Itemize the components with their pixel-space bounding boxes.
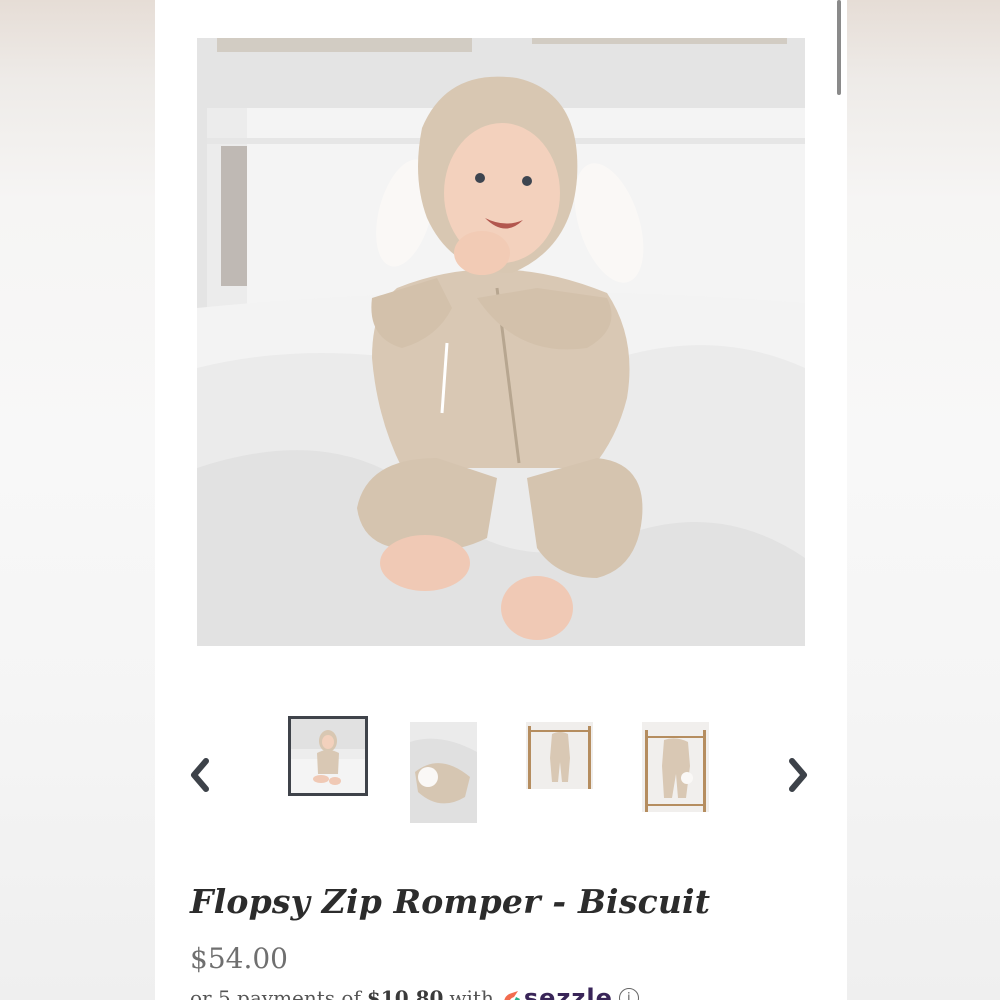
previous-image-button[interactable]	[185, 755, 215, 795]
sezzle-mark-icon	[504, 991, 520, 1000]
chevron-right-icon	[789, 758, 807, 792]
sezzle-wordmark: sezzle	[523, 984, 613, 1000]
thumbnail-2[interactable]	[410, 722, 477, 823]
thumbnail-gallery	[155, 700, 847, 840]
installment-prefix: or 5 payments of	[190, 986, 361, 1000]
thumbnail-1-selected[interactable]	[288, 716, 368, 796]
thumbnail-4[interactable]	[642, 722, 709, 812]
backdrop-left	[0, 0, 155, 1000]
product-price: $54.00	[190, 942, 288, 975]
backdrop-right	[847, 0, 1000, 1000]
product-title: Flopsy Zip Romper - Biscuit	[190, 882, 711, 921]
next-image-button[interactable]	[783, 755, 813, 795]
main-product-image[interactable]	[197, 38, 805, 646]
sezzle-logo[interactable]: sezzle	[500, 984, 613, 1000]
installment-suffix: with	[449, 986, 494, 1000]
thumbnail-3[interactable]	[526, 722, 593, 789]
info-icon[interactable]: i	[618, 988, 639, 1000]
installment-info: or 5 payments of $10.80 with sezzle i	[190, 984, 639, 1000]
chevron-left-icon	[191, 758, 209, 792]
product-page: Flopsy Zip Romper - Biscuit $54.00 or 5 …	[155, 0, 847, 1000]
scrollbar-thumb[interactable]	[837, 0, 841, 95]
installment-amount: $10.80	[366, 986, 444, 1000]
